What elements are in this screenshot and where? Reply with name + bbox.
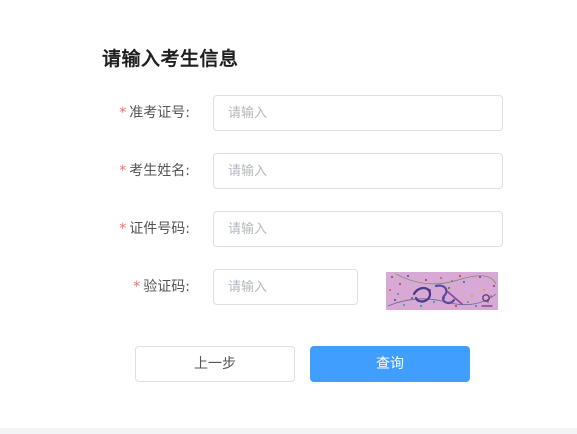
required-mark: * [119,221,127,237]
required-mark: * [133,279,141,295]
id-number-input[interactable] [213,211,503,247]
form-row-id-number: * 证件号码: [0,211,577,247]
ticket-number-label-text: 准考证号: [129,105,190,121]
captcha-label-text: 验证码: [143,279,190,295]
id-number-label: * 证件号码: [119,211,190,247]
previous-step-button[interactable]: 上一步 [135,346,295,382]
required-mark: * [119,105,127,121]
ticket-number-label: * 准考证号: [119,95,190,131]
page-title: 请输入考生信息 [102,48,239,70]
form-row-ticket-number: * 准考证号: [0,95,577,131]
candidate-name-input[interactable] [213,153,503,189]
captcha-image[interactable] [386,272,498,310]
captcha-label: * 验证码: [133,269,190,305]
required-mark: * [119,163,127,179]
id-number-label-text: 证件号码: [129,221,190,237]
captcha-background [386,272,498,310]
candidate-name-label: * 考生姓名: [119,153,190,189]
candidate-name-label-text: 考生姓名: [129,163,190,179]
captcha-input[interactable] [213,269,358,305]
bottom-band [0,428,577,434]
form-row-candidate-name: * 考生姓名: [0,153,577,189]
ticket-number-input[interactable] [213,95,503,131]
query-button[interactable]: 查询 [310,346,470,382]
